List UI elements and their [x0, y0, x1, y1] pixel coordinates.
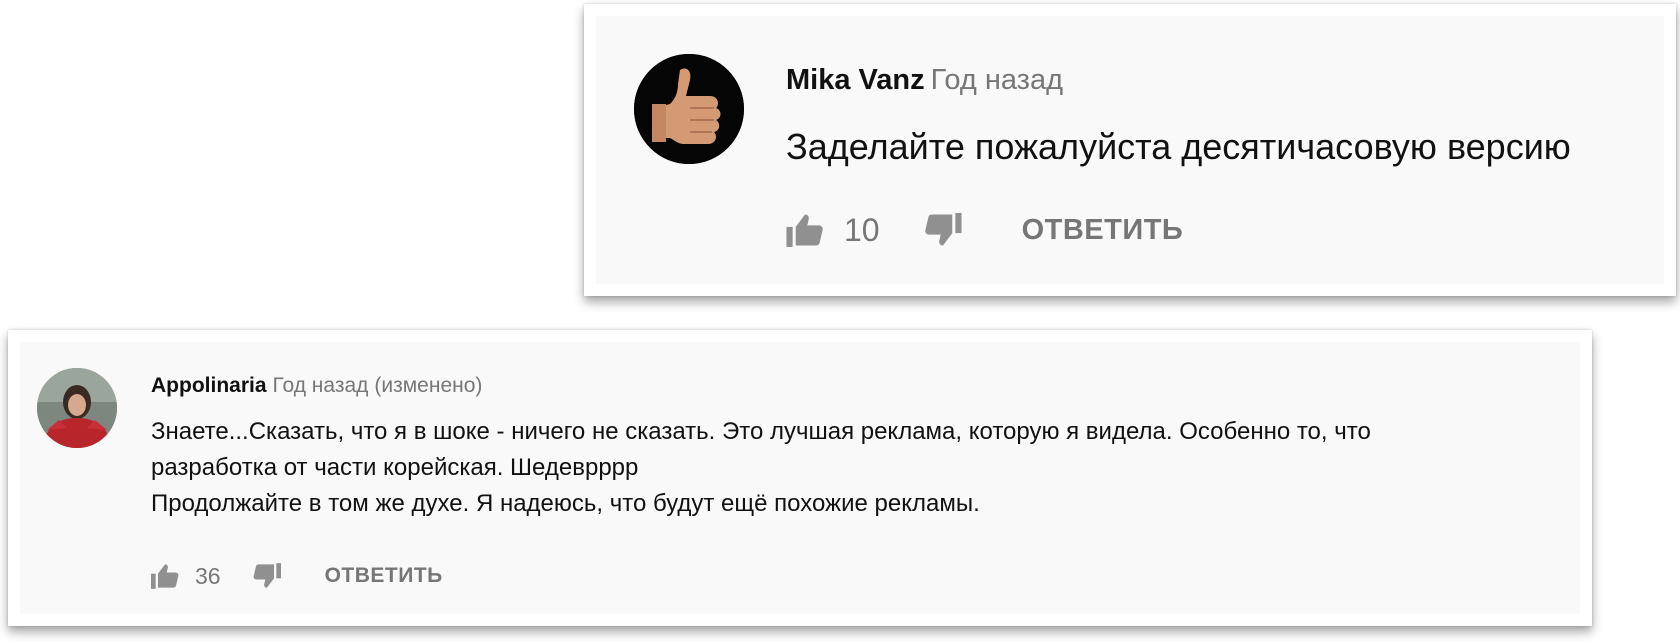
comment-card-mika-vanz: Mika Vanz Год назад Заделайте пожалуйста … — [584, 4, 1676, 296]
dislike-button[interactable] — [924, 213, 962, 247]
comment-meta: Appolinaria Год назад (изменено) — [151, 374, 482, 398]
comment-card-appolinaria: Appolinaria Год назад (изменено) Знаете...… — [8, 330, 1592, 626]
comment-text-line: Знаете...Сказать, что я в шоке - ничего … — [151, 418, 1371, 445]
thumbs-up-icon — [786, 214, 823, 247]
avatar[interactable] — [37, 368, 117, 448]
comment-text: Знаете...Сказать, что я в шоке - ничего … — [151, 414, 1571, 522]
dislike-button[interactable] — [253, 563, 281, 589]
comment-actions: 36 ОТВЕТИТЬ — [151, 558, 443, 594]
reply-button[interactable]: ОТВЕТИТЬ — [1022, 214, 1184, 247]
author-name[interactable]: Appolinaria — [151, 374, 267, 397]
author-name[interactable]: Mika Vanz — [786, 64, 925, 96]
comment-text-line: Продолжайте в том же духе. Я надеюсь, чт… — [151, 490, 980, 517]
reply-button[interactable]: ОТВЕТИТЬ — [325, 564, 443, 588]
user-photo-icon — [37, 368, 117, 448]
thumbs-up-icon — [634, 54, 744, 164]
comment-text: Заделайте пожалуйста десятичасовую верси… — [786, 126, 1571, 168]
thumbs-down-icon — [924, 213, 962, 246]
avatar[interactable] — [634, 54, 744, 164]
like-count: 10 — [844, 211, 880, 248]
comment-text-line: разработка от части корейская. Шедеврррр — [151, 454, 639, 481]
thumbs-up-icon — [151, 564, 179, 589]
like-count: 36 — [195, 562, 221, 589]
comment-time[interactable]: Год назад — [931, 64, 1063, 96]
edited-label: (изменено) — [374, 374, 483, 397]
comment-meta: Mika Vanz Год назад — [786, 64, 1063, 97]
thumbs-down-icon — [253, 563, 281, 588]
comment-time[interactable]: Год назад — [273, 374, 369, 397]
like-button[interactable] — [151, 563, 179, 589]
comment-actions: 10 ОТВЕТИТЬ — [786, 208, 1183, 252]
like-button[interactable] — [786, 213, 824, 247]
comment-text-line: Заделайте пожалуйста десятичасовую верси… — [786, 126, 1571, 167]
